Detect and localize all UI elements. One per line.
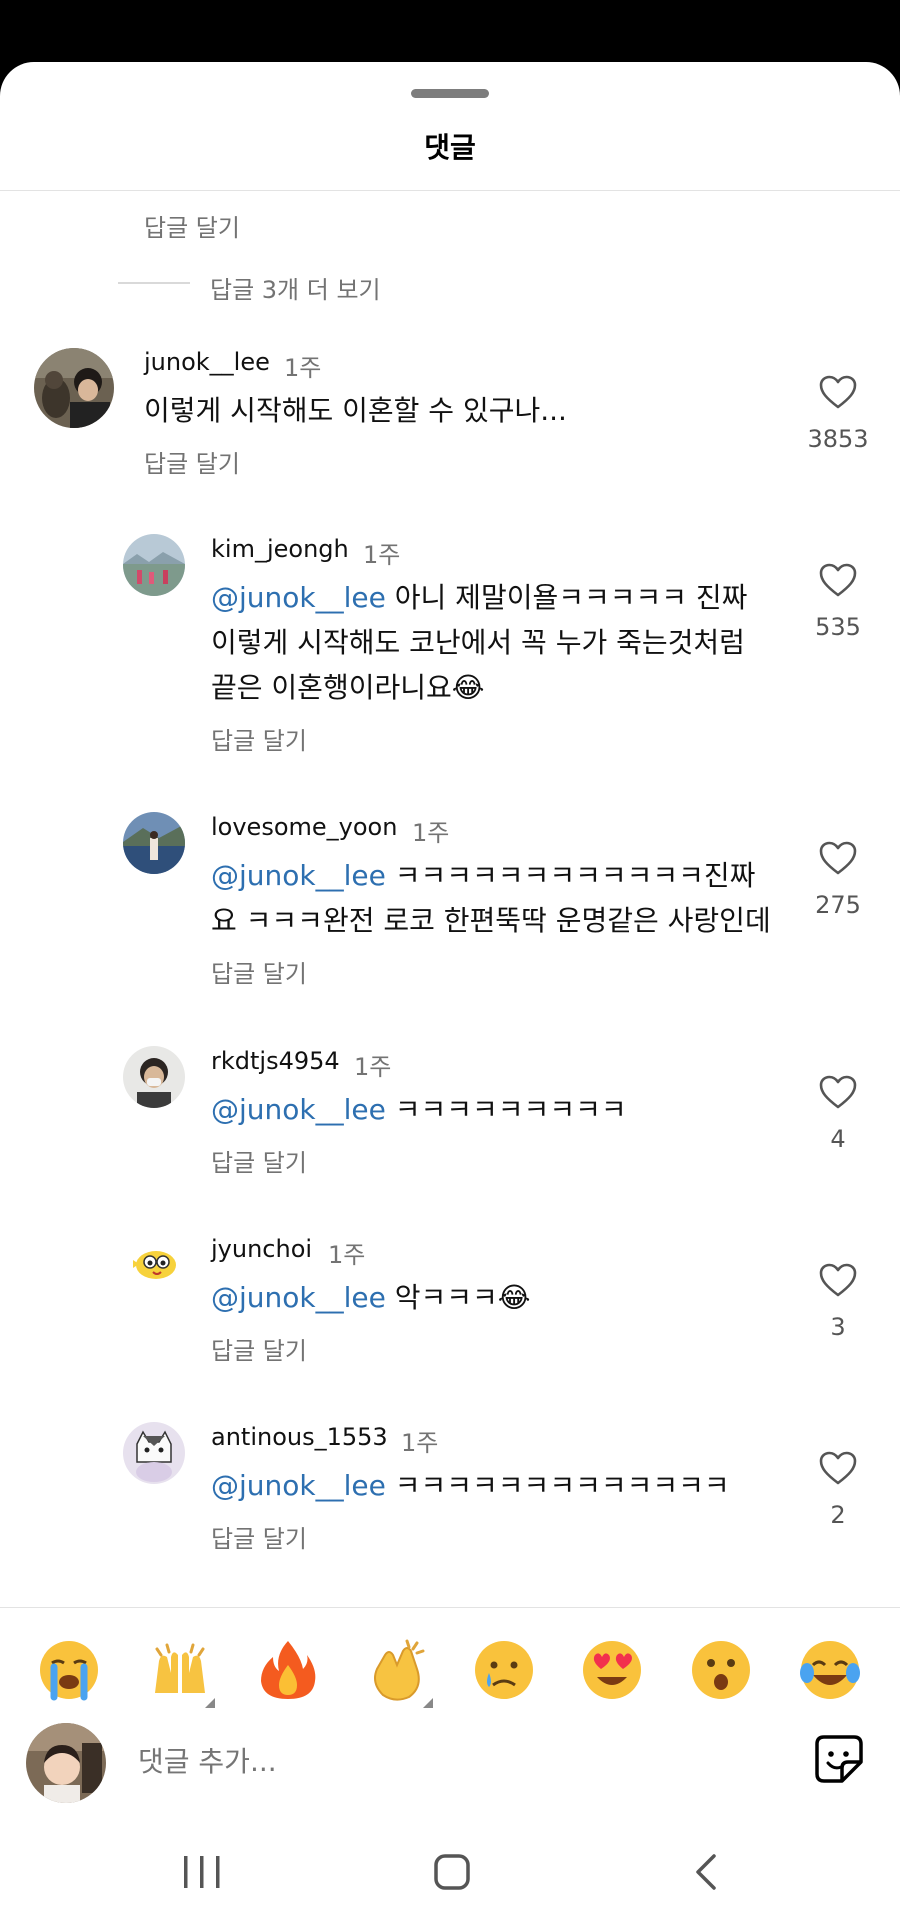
mention-link[interactable]: @junok__lee — [211, 581, 386, 614]
avatar[interactable] — [123, 1422, 185, 1484]
mention-link[interactable]: @junok__lee — [211, 1469, 386, 1502]
sheet-title: 댓글 — [424, 131, 476, 164]
surprised-face-icon[interactable] — [686, 1635, 756, 1705]
timestamp: 1주 — [363, 541, 401, 569]
header-divider — [0, 190, 900, 191]
timestamp: 1주 — [412, 819, 450, 847]
comment-text: @junok__lee 아니 제말이욜ㅋㅋㅋㅋㅋ 진짜 이렇게 시작해도 코난에… — [211, 575, 771, 710]
heart-icon[interactable] — [818, 840, 858, 876]
username[interactable]: kim_jeongh — [211, 535, 349, 563]
comment-body: 악ㅋㅋㅋ😂 — [385, 1281, 531, 1314]
home-icon[interactable] — [432, 1852, 472, 1892]
mention-link[interactable]: @junok__lee — [211, 859, 386, 892]
username[interactable]: junok__lee — [144, 348, 270, 376]
timestamp: 1주 — [328, 1241, 366, 1269]
username[interactable]: jyunchoi — [211, 1235, 312, 1263]
emoji-bar-divider — [0, 1607, 900, 1608]
heart-eyes-face-icon[interactable] — [577, 1635, 647, 1705]
reply-button[interactable]: 답글 달기 — [144, 208, 240, 243]
avatar[interactable] — [123, 1046, 185, 1108]
heart-icon[interactable] — [818, 1074, 858, 1110]
heart-icon[interactable] — [818, 374, 858, 410]
comments-sheet: 댓글 답글 달기 답글 3개 더 보기 junok__lee 1주 이렇게 시작… — [0, 62, 900, 1930]
back-icon[interactable] — [690, 1852, 720, 1892]
clapping-hands-icon[interactable] — [363, 1635, 433, 1705]
like-count: 535 — [815, 613, 861, 641]
like-count: 4 — [830, 1125, 846, 1153]
mention-link[interactable]: @junok__lee — [211, 1093, 386, 1126]
heart-icon[interactable] — [818, 1262, 858, 1298]
raising-hands-icon[interactable] — [145, 1635, 215, 1705]
variant-indicator — [205, 1698, 215, 1708]
timestamp: 1주 — [401, 1429, 439, 1457]
reply-button[interactable]: 답글 달기 — [211, 1519, 307, 1554]
avatar[interactable] — [123, 534, 185, 596]
current-user-avatar[interactable] — [26, 1723, 106, 1803]
like-count: 2 — [830, 1501, 846, 1529]
fire-icon[interactable] — [253, 1635, 323, 1705]
comment-body: 이렇게 시작해도 이혼할 수 있구나... — [144, 394, 567, 427]
username[interactable]: antinous_1553 — [211, 1423, 388, 1451]
drag-handle[interactable] — [411, 89, 489, 98]
view-more-replies-button[interactable]: 답글 3개 더 보기 — [210, 270, 381, 305]
avatar[interactable] — [123, 1234, 185, 1296]
loudly-crying-face-icon[interactable] — [34, 1635, 104, 1705]
mention-link[interactable]: @junok__lee — [211, 1281, 386, 1314]
comment-text: @junok__lee ㅋㅋㅋㅋㅋㅋㅋㅋㅋㅋㅋㅋ진짜요 ㅋㅋㅋ완전 로코 한편뚝… — [211, 853, 771, 943]
timestamp: 1주 — [284, 354, 322, 382]
heart-icon[interactable] — [818, 1450, 858, 1486]
more-replies-line — [118, 282, 190, 284]
recent-apps-icon[interactable] — [180, 1852, 224, 1892]
crying-face-icon[interactable] — [469, 1635, 539, 1705]
comment-text: @junok__lee ㅋㅋㅋㅋㅋㅋㅋㅋㅋㅋㅋㅋㅋ — [211, 1463, 771, 1508]
like-count: 275 — [815, 891, 861, 919]
comment-text: @junok__lee 악ㅋㅋㅋ😂 — [211, 1275, 771, 1320]
comment-body: ㅋㅋㅋㅋㅋㅋㅋㅋㅋ — [385, 1093, 627, 1126]
reply-button[interactable]: 답글 달기 — [211, 721, 307, 756]
comment-text: @junok__lee ㅋㅋㅋㅋㅋㅋㅋㅋㅋ — [211, 1087, 771, 1132]
like-count: 3 — [830, 1313, 846, 1341]
reply-button[interactable]: 답글 달기 — [211, 1143, 307, 1178]
avatar[interactable] — [123, 812, 185, 874]
username[interactable]: lovesome_yoon — [211, 813, 397, 841]
tears-of-joy-face-icon[interactable] — [795, 1635, 865, 1705]
variant-indicator — [423, 1698, 433, 1708]
like-count: 3853 — [807, 425, 869, 453]
username[interactable]: rkdtjs4954 — [211, 1047, 340, 1075]
reply-button[interactable]: 답글 달기 — [211, 954, 307, 989]
heart-icon[interactable] — [818, 562, 858, 598]
timestamp: 1주 — [354, 1053, 392, 1081]
sticker-icon[interactable] — [812, 1732, 866, 1786]
reply-button[interactable]: 답글 달기 — [144, 444, 240, 479]
comment-body: ㅋㅋㅋㅋㅋㅋㅋㅋㅋㅋㅋㅋㅋ — [385, 1469, 730, 1502]
avatar[interactable] — [34, 348, 114, 428]
comment-text: 이렇게 시작해도 이혼할 수 있구나... — [144, 388, 704, 433]
reply-button[interactable]: 답글 달기 — [211, 1331, 307, 1366]
comment-input[interactable] — [136, 1744, 780, 1779]
